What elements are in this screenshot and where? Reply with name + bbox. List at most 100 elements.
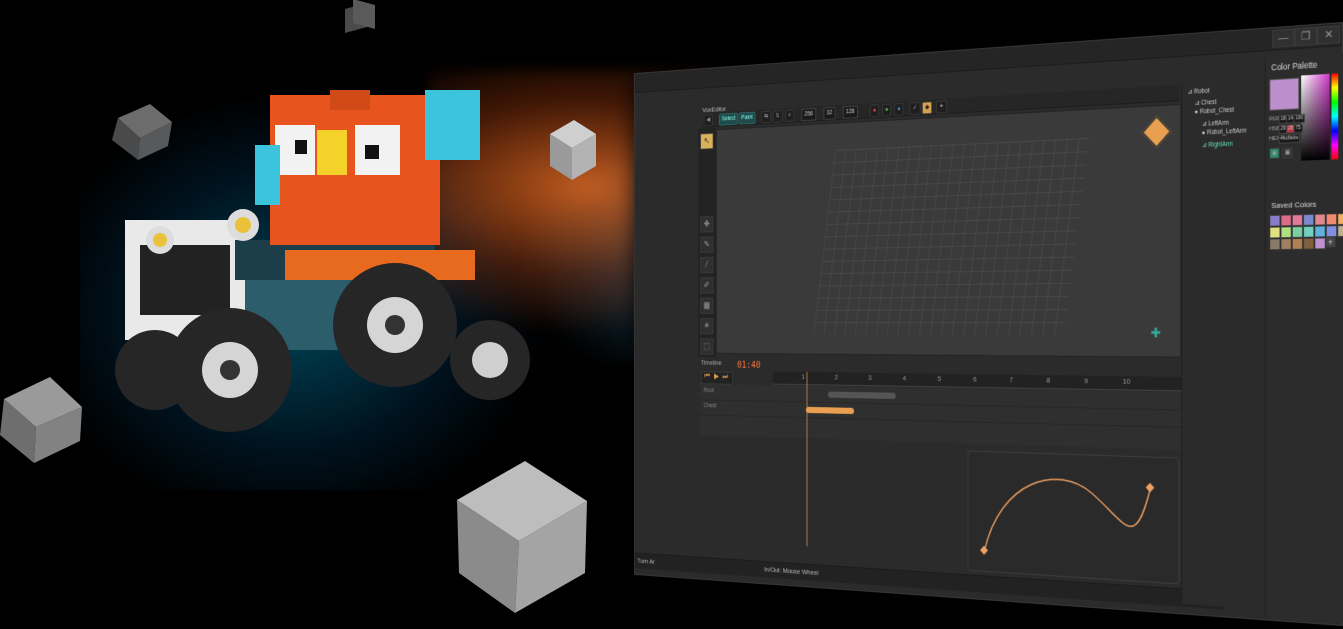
tool-sidebar: ↖ ✥ ✎ ⁄ ✐ ▦ ☀ ⬚ bbox=[698, 127, 716, 358]
saved-color-swatch[interactable] bbox=[1325, 213, 1338, 226]
outliner-item-chest[interactable]: ⊿ Chest bbox=[1195, 98, 1217, 107]
ruler-tick: 1 bbox=[801, 372, 805, 381]
ruler-tick: 9 bbox=[1084, 376, 1088, 386]
next-frame-icon[interactable]: ⏭ bbox=[722, 372, 728, 381]
scene-outliner: ⊿ Robot ⊿ Chest ● Robot_Chest ⊿ LeftArm … bbox=[1181, 79, 1264, 610]
palette-blue-icon[interactable]: ● bbox=[894, 102, 904, 116]
timeline-playhead[interactable] bbox=[806, 371, 808, 547]
saved-color-swatch[interactable] bbox=[1303, 225, 1315, 238]
hsb-b-field[interactable]: 75 bbox=[1293, 123, 1303, 134]
paint-mode-button[interactable]: Paint bbox=[738, 111, 756, 125]
pen-tool-icon[interactable]: ✐ bbox=[700, 277, 714, 294]
saved-color-swatch[interactable] bbox=[1269, 238, 1281, 251]
timeline-current-time: 01:40 bbox=[737, 359, 761, 371]
color-picker-square[interactable] bbox=[1301, 73, 1330, 161]
add-color-button[interactable]: + bbox=[1325, 237, 1336, 248]
outliner-item-robot-leftarm[interactable]: ● Robot_LeftArm bbox=[1202, 128, 1247, 137]
easing-curve bbox=[980, 451, 1155, 583]
move-tool-icon[interactable]: ✥ bbox=[700, 216, 714, 233]
saved-color-swatch[interactable] bbox=[1280, 214, 1292, 227]
export-tool-icon[interactable]: ⬚ bbox=[700, 338, 714, 355]
outliner-item-robot-chest[interactable]: ● Robot_Chest bbox=[1195, 107, 1234, 116]
voxeditor-window: — ❐ ✕ VoxEditor ◀ Select Paint ⇆ ⇅ ◐ 256… bbox=[634, 22, 1343, 626]
ruler-tick: 10 bbox=[1122, 377, 1131, 386]
mirror-x-button[interactable]: ⇆ bbox=[761, 110, 772, 124]
line-tool-icon[interactable]: ⁄ bbox=[700, 256, 714, 274]
palette-title: Color Palette bbox=[1271, 59, 1318, 73]
floating-cube-large bbox=[455, 455, 590, 615]
color-palette-panel: Color Palette RGB: 188 142 190 HSB: 297 … bbox=[1264, 53, 1343, 623]
status-hint: In/Out: Mouse Wheel bbox=[764, 565, 819, 577]
saved-color-swatch[interactable] bbox=[1269, 214, 1281, 227]
hue-slider[interactable] bbox=[1331, 73, 1339, 160]
saved-color-swatch[interactable] bbox=[1325, 225, 1338, 238]
navigation-cube-icon[interactable] bbox=[1141, 115, 1172, 149]
saved-color-swatch[interactable] bbox=[1314, 213, 1326, 226]
palette-green-icon[interactable]: ● bbox=[881, 103, 892, 117]
curve-editor[interactable] bbox=[967, 450, 1180, 585]
saved-color-swatch[interactable] bbox=[1280, 226, 1292, 239]
saved-color-swatch[interactable] bbox=[1291, 214, 1304, 227]
track-label: Chest bbox=[703, 402, 717, 410]
mirror-y-button[interactable]: ⇅ bbox=[772, 110, 783, 123]
saved-color-swatch[interactable] bbox=[1303, 213, 1315, 226]
saved-color-swatch[interactable] bbox=[1280, 238, 1292, 251]
current-color-swatch[interactable] bbox=[1269, 77, 1300, 111]
eyedropper-icon[interactable]: ◉ bbox=[1269, 147, 1280, 159]
outliner-item-robot[interactable]: ⊿ Robot bbox=[1188, 87, 1210, 96]
settings-icon[interactable]: ✦ bbox=[936, 100, 947, 114]
play-icon[interactable]: ▶ bbox=[714, 372, 719, 381]
ruler-tick: 6 bbox=[973, 375, 977, 384]
saved-color-swatch[interactable] bbox=[1337, 212, 1343, 226]
close-button[interactable]: ✕ bbox=[1317, 25, 1341, 45]
3d-viewport[interactable]: ✚ bbox=[716, 103, 1182, 358]
check-icon[interactable]: ✓ bbox=[909, 101, 921, 116]
saved-color-swatch[interactable] bbox=[1269, 226, 1281, 239]
saved-color-swatch[interactable] bbox=[1314, 237, 1326, 250]
axis-gizmo-icon: ✚ bbox=[1150, 324, 1161, 341]
palette-red-icon[interactable]: ● bbox=[869, 104, 880, 118]
saved-color-swatch[interactable] bbox=[1337, 224, 1343, 238]
ruler-tick: 2 bbox=[834, 373, 838, 382]
hex-field[interactable]: #bc8ebe bbox=[1278, 133, 1301, 144]
minimize-button[interactable]: — bbox=[1272, 28, 1295, 48]
ruler-tick: 7 bbox=[1009, 375, 1014, 384]
prev-frame-icon[interactable]: ⏮ bbox=[704, 371, 710, 380]
brush-tool-icon[interactable]: ✎ bbox=[700, 236, 714, 253]
keyframe-bar[interactable] bbox=[827, 391, 896, 400]
curve-start-handle[interactable] bbox=[980, 545, 988, 555]
size-z-field[interactable]: 128 bbox=[842, 105, 858, 119]
outliner-item-leftarm[interactable]: ⊿ LeftArm bbox=[1202, 119, 1229, 128]
saved-color-swatch[interactable] bbox=[1303, 237, 1315, 250]
floating-cube bbox=[345, 0, 375, 34]
saved-colors-grid: + bbox=[1266, 53, 1343, 251]
saved-colors-title: Saved Colors bbox=[1271, 199, 1317, 210]
ruler-tick: 8 bbox=[1046, 376, 1051, 385]
size-x-field[interactable]: 256 bbox=[801, 108, 816, 122]
undo-button[interactable]: ◀ bbox=[703, 114, 713, 127]
voxel-grid bbox=[813, 138, 1090, 336]
select-mode-button[interactable]: Select bbox=[718, 112, 739, 126]
timeline-tracks: Root Chest bbox=[699, 384, 1194, 451]
playback-controls: ⏮ ▶ ⏭ bbox=[700, 371, 733, 385]
floating-cube-small bbox=[548, 118, 598, 182]
outliner-item-rightarm[interactable]: ⊿ RightArm bbox=[1202, 140, 1233, 149]
voxel-robot-car-illustration bbox=[115, 90, 530, 432]
box-tool-icon[interactable]: ▦ bbox=[700, 297, 714, 314]
curve-end-handle[interactable] bbox=[1145, 482, 1155, 493]
select-tool-icon[interactable]: ↖ bbox=[700, 132, 714, 150]
saved-color-swatch[interactable] bbox=[1291, 237, 1304, 250]
light-tool-icon[interactable]: ☀ bbox=[700, 318, 714, 335]
ruler-tick: 4 bbox=[902, 374, 907, 383]
lock-icon[interactable]: ▣ bbox=[1282, 147, 1293, 159]
view-button[interactable]: ◐ bbox=[785, 109, 795, 123]
ruler-tick: 3 bbox=[868, 373, 872, 382]
saved-color-swatch[interactable] bbox=[1314, 225, 1326, 238]
render-icon[interactable]: ◆ bbox=[921, 101, 933, 115]
size-y-field[interactable]: 32 bbox=[823, 106, 836, 120]
timeline-label: Timeline bbox=[700, 358, 722, 367]
keyframe-bar[interactable] bbox=[805, 406, 855, 415]
restore-button[interactable]: ❐ bbox=[1294, 26, 1318, 47]
saved-color-swatch[interactable] bbox=[1291, 225, 1304, 239]
rgb-b-field[interactable]: 190 bbox=[1293, 113, 1306, 124]
